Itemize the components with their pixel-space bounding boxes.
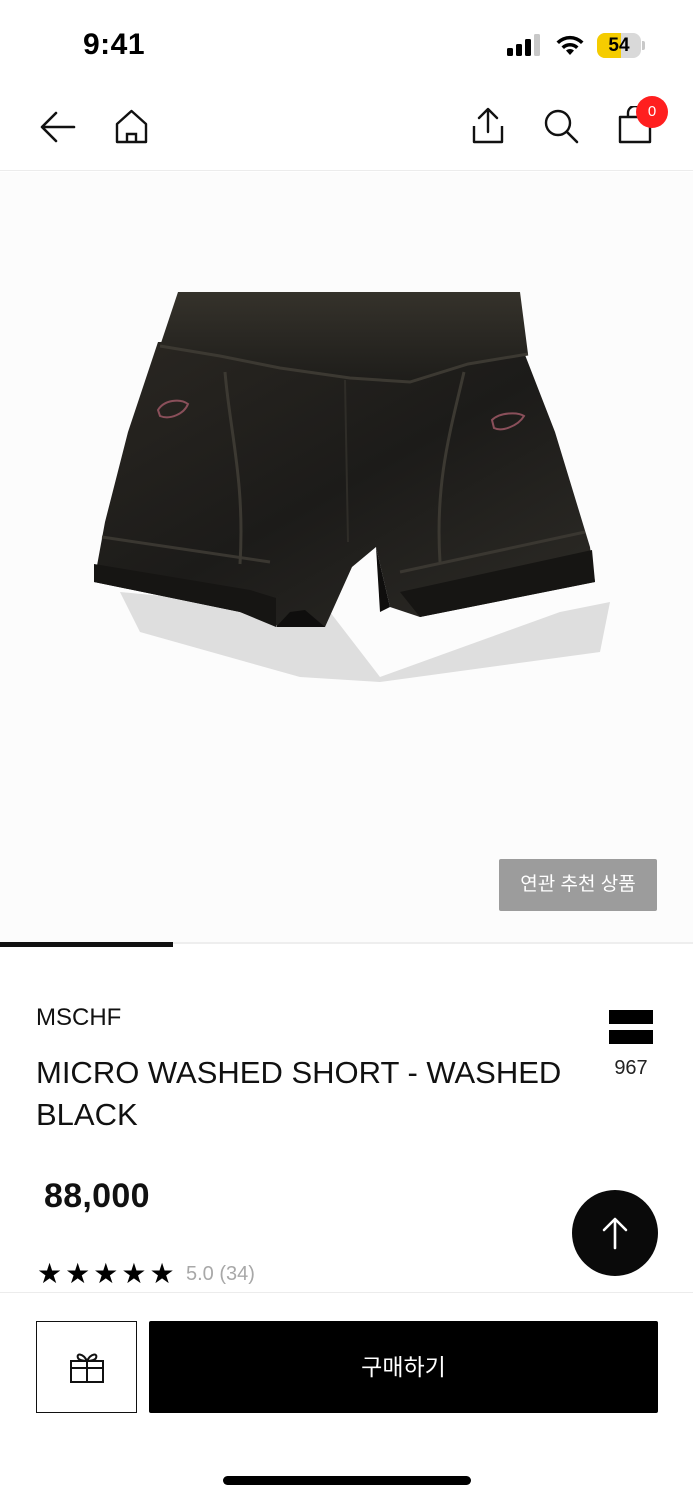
top-nav-bar: [0, 88, 693, 171]
product-price: 88,000: [44, 1177, 150, 1215]
brand-logo-icon[interactable]: [609, 1010, 653, 1044]
scroll-to-top-button[interactable]: [572, 1190, 658, 1276]
arrow-left-icon[interactable]: [40, 110, 76, 144]
product-image-gallery[interactable]: 연관 추천 상품: [0, 172, 693, 942]
image-progress-indicator: [0, 942, 174, 947]
related-products-button[interactable]: 연관 추천 상품: [499, 859, 657, 911]
battery-level: 54: [608, 35, 630, 56]
home-indicator: [223, 1476, 471, 1485]
rating-stars: ★ ★ ★ ★ ★: [37, 1260, 177, 1288]
cellular-signal-icon: [507, 34, 540, 56]
battery-indicator: 54: [597, 33, 645, 58]
star-icon: ★: [37, 1258, 63, 1289]
status-time: 9:41: [83, 28, 146, 61]
star-icon: ★: [149, 1258, 175, 1289]
gift-icon: [69, 1353, 104, 1383]
share-icon[interactable]: [471, 106, 505, 144]
product-title: MICRO WASHED SHORT - WASHED BLACK: [36, 1055, 562, 1132]
status-bar: 9:41 54: [0, 0, 693, 88]
star-icon: ★: [65, 1258, 91, 1289]
gift-button[interactable]: [36, 1321, 137, 1413]
home-icon[interactable]: [114, 108, 149, 144]
buy-button[interactable]: 구매하기: [149, 1321, 658, 1413]
like-count: 967: [614, 1057, 648, 1079]
star-icon: ★: [121, 1258, 147, 1289]
star-icon: ★: [93, 1258, 119, 1289]
product-image: [94, 292, 610, 682]
arrow-up-icon: [602, 1217, 628, 1250]
brand-name[interactable]: MSCHF: [36, 1004, 121, 1032]
wifi-icon: [556, 35, 584, 55]
rating-text[interactable]: 5.0 (34): [186, 1263, 255, 1286]
search-icon[interactable]: [543, 108, 579, 144]
cart-count-badge: 0: [636, 96, 668, 128]
